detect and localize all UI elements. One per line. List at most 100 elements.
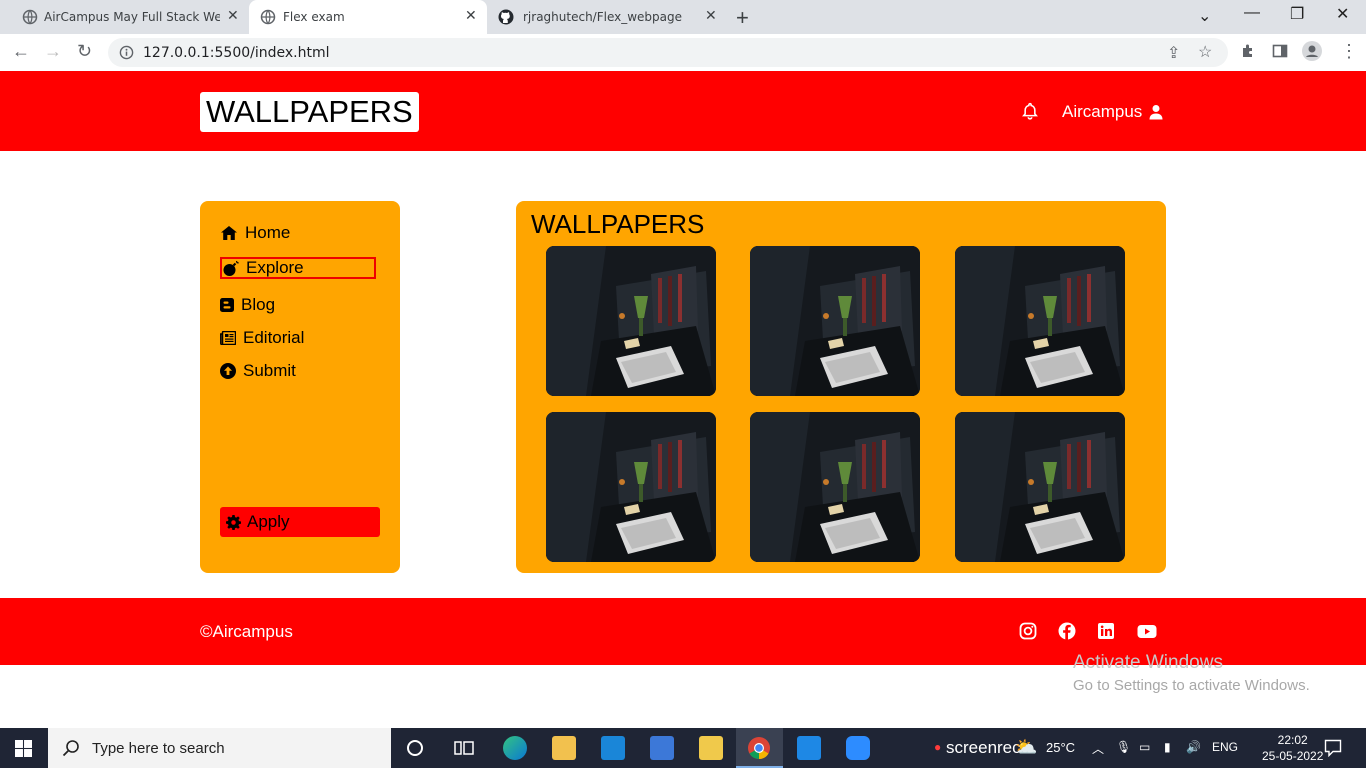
mail-icon[interactable]	[601, 736, 625, 760]
cortana-icon[interactable]	[406, 739, 424, 757]
arrow-up-circle-icon	[220, 363, 236, 379]
youtube-icon[interactable]	[1137, 622, 1157, 640]
site-header: WALLPAPERS Aircampus	[0, 71, 1366, 151]
search-icon	[62, 740, 79, 757]
globe-icon	[260, 9, 276, 25]
sidebar: Home Explore Blog Editorial Submit Apply	[200, 201, 400, 573]
site-logo[interactable]: WALLPAPERS	[200, 92, 419, 132]
windows-taskbar: Type here to search ● screenrec ⛅ 25°C ︿…	[0, 728, 1366, 768]
nav-item-label: Editorial	[243, 328, 305, 347]
user-menu[interactable]: Aircampus	[1062, 102, 1164, 122]
side-panel-icon[interactable]	[1272, 43, 1288, 59]
wallpaper-thumbnail[interactable]	[546, 246, 716, 396]
taskbar-search-placeholder: Type here to search	[92, 739, 225, 757]
weather-icon: ⛅	[1015, 737, 1038, 757]
bomb-icon	[223, 260, 239, 276]
apply-label: Apply	[247, 512, 290, 531]
windows-start-icon[interactable]	[15, 740, 32, 757]
url-text: 127.0.0.1:5500/index.html	[143, 45, 330, 61]
tray-chevron-icon[interactable]: ︿	[1092, 740, 1104, 757]
nav-item-editorial[interactable]: Editorial	[220, 328, 304, 348]
nav-item-submit[interactable]: Submit	[220, 361, 296, 381]
bookmark-star-icon[interactable]: ☆	[1198, 42, 1212, 62]
tab-github[interactable]: rjraghutech/Flex_webpage ✕	[489, 0, 727, 34]
linkedin-icon[interactable]	[1097, 622, 1115, 640]
microphone-icon[interactable]: 🎙	[1116, 740, 1131, 754]
nav-item-label: Explore	[246, 258, 304, 277]
user-name: Aircampus	[1062, 102, 1143, 121]
facebook-icon[interactable]	[1058, 622, 1076, 640]
screenrec-label[interactable]: screenrec	[946, 738, 1021, 758]
restore-icon[interactable]: ❐	[1290, 4, 1304, 24]
tab-aircampus[interactable]: AirCampus May Full Stack Web D ✕	[0, 0, 248, 34]
language-indicator[interactable]: ENG	[1212, 740, 1238, 754]
battery-icon[interactable]: ▮	[1164, 740, 1171, 754]
globe-icon	[22, 9, 38, 25]
minimize-icon[interactable]: —	[1244, 4, 1260, 22]
close-tab-icon[interactable]: ✕	[227, 8, 239, 24]
clock-date: 25-05-2022	[1262, 749, 1324, 763]
blogger-icon	[220, 298, 234, 312]
nav-item-label: Blog	[241, 295, 276, 314]
apply-button[interactable]: Apply	[220, 507, 380, 537]
gallery-panel: WALLPAPERS	[516, 201, 1166, 573]
nav-item-explore[interactable]: Explore	[220, 257, 376, 279]
copyright-text: ©Aircampus	[200, 622, 293, 641]
close-window-icon[interactable]: ✕	[1336, 4, 1349, 24]
reload-icon[interactable]: ↻	[77, 41, 92, 62]
new-tab-icon[interactable]: +	[736, 5, 749, 31]
newspaper-icon	[220, 331, 236, 345]
gear-icon	[226, 514, 241, 530]
record-dot-icon: ●	[934, 740, 942, 754]
home-icon	[221, 226, 237, 240]
wallpaper-thumbnail[interactable]	[546, 412, 716, 562]
tab-search-chevron-icon[interactable]: ⌄	[1198, 6, 1211, 26]
share-icon[interactable]: ⇪	[1167, 43, 1180, 63]
document-app-icon[interactable]	[699, 736, 723, 760]
store-icon[interactable]	[650, 736, 674, 760]
wallpaper-thumbnail[interactable]	[955, 246, 1125, 396]
zoom-icon[interactable]	[846, 736, 870, 760]
wallpaper-thumbnail[interactable]	[750, 412, 920, 562]
taskbar-clock[interactable]: 22:02 25-05-2022	[1262, 732, 1323, 764]
extensions-icon[interactable]	[1240, 43, 1256, 59]
browser-toolbar: ← → ↻ 127.0.0.1:5500/index.html ⇪ ☆ ⋮	[0, 34, 1366, 72]
profile-avatar-icon[interactable]	[1302, 41, 1322, 61]
chrome-taskbar-button[interactable]	[736, 728, 783, 768]
activate-windows-title: Activate Windows	[1073, 652, 1223, 673]
browser-tab-strip: AirCampus May Full Stack Web D ✕ Flex ex…	[0, 0, 1366, 34]
close-tab-icon[interactable]: ✕	[465, 8, 477, 24]
forward-icon[interactable]: →	[44, 41, 62, 62]
tab-title: Flex exam	[283, 10, 345, 24]
nav-item-blog[interactable]: Blog	[220, 295, 275, 315]
taskbar-search[interactable]: Type here to search	[48, 728, 391, 768]
nav-item-home[interactable]: Home	[220, 223, 290, 243]
wallpaper-thumbnail[interactable]	[955, 412, 1125, 562]
weather-temp[interactable]: 25°C	[1046, 740, 1075, 755]
wallpaper-thumbnail[interactable]	[750, 246, 920, 396]
volume-icon[interactable]: 🔊	[1186, 740, 1201, 754]
back-icon[interactable]: ←	[12, 41, 30, 62]
bell-icon[interactable]	[1021, 102, 1039, 120]
network-icon[interactable]: ▭	[1139, 740, 1150, 754]
user-icon	[1149, 105, 1163, 120]
info-icon[interactable]	[119, 45, 134, 60]
edge-icon[interactable]	[503, 736, 527, 760]
tab-title: rjraghutech/Flex_webpage	[523, 10, 683, 24]
tab-title: AirCampus May Full Stack Web D	[44, 10, 220, 24]
chrome-icon	[748, 737, 770, 759]
close-tab-icon[interactable]: ✕	[705, 8, 717, 24]
gallery-title: WALLPAPERS	[531, 209, 705, 239]
nav-item-label: Submit	[243, 361, 296, 380]
instagram-icon[interactable]	[1019, 622, 1037, 640]
file-explorer-icon[interactable]	[552, 736, 576, 760]
notification-icon[interactable]	[1324, 739, 1342, 757]
activate-windows-subtitle: Go to Settings to activate Windows.	[1073, 677, 1310, 694]
task-view-icon[interactable]	[454, 739, 474, 757]
vscode-icon[interactable]	[797, 736, 821, 760]
github-icon	[498, 9, 514, 25]
tab-flex-exam[interactable]: Flex exam ✕	[249, 0, 487, 34]
address-bar[interactable]: 127.0.0.1:5500/index.html ⇪ ☆	[108, 38, 1228, 67]
menu-kebab-icon[interactable]: ⋮	[1340, 41, 1358, 62]
clock-time: 22:02	[1277, 733, 1308, 747]
